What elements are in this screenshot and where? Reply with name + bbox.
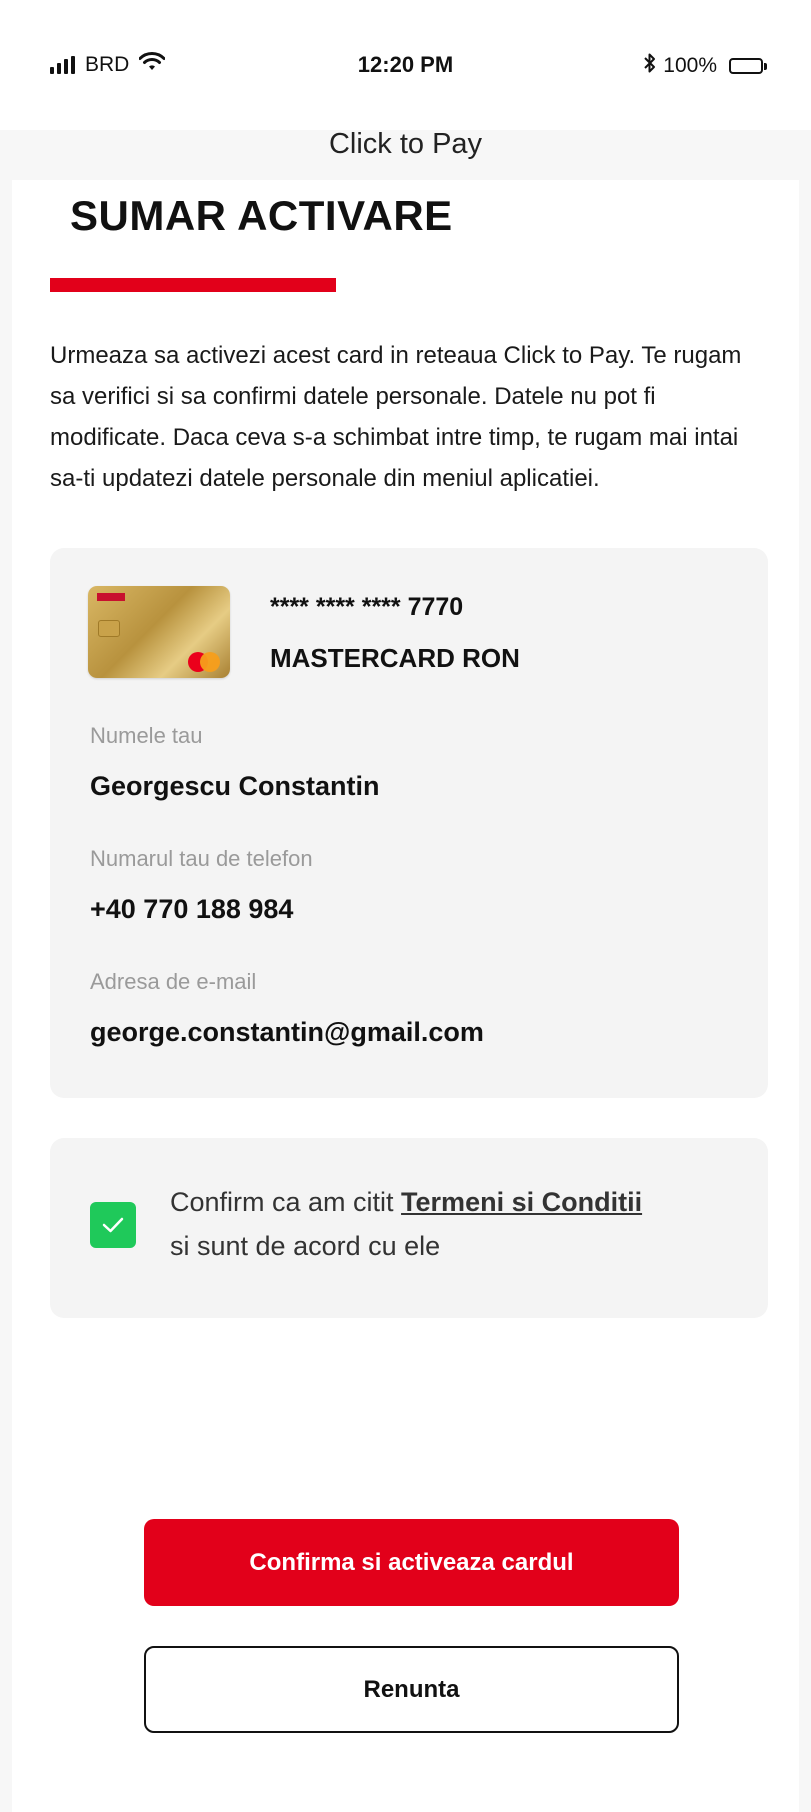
card-type: MASTERCARD RON [270,643,520,673]
title-accent-bar [50,278,336,292]
status-right: 100% [643,52,767,80]
bluetooth-icon [643,52,657,80]
phone-label: Numarul tau de telefon [90,846,313,871]
page-title: SUMAR ACTIVARE [70,192,453,239]
battery-percent: 100% [663,54,717,77]
consent-text-before: Confirm ca am citit [170,1187,402,1217]
mastercard-logo-icon [188,652,222,672]
battery-icon [729,58,767,74]
check-icon [102,1217,124,1233]
card-number: **** **** **** 7770 [270,593,464,621]
status-bar: BRD 12:20 PM 100% [0,0,811,130]
terms-link[interactable]: Termeni si Conditii [401,1187,642,1217]
cancel-button[interactable]: Renunta [144,1646,679,1733]
consent-text-after: si sunt de acord cu ele [170,1231,441,1261]
name-label: Numele tau [90,723,203,748]
consent-text: Confirm ca am citit Termeni si Conditii … [170,1180,730,1268]
card-image-icon [88,586,230,678]
confirm-activate-button[interactable]: Confirma si activeaza cardul [144,1519,679,1606]
phone-value: +40 770 188 984 [90,894,294,924]
email-value: george.constantin@gmail.com [90,1017,484,1047]
intro-text: Urmeaza sa activezi acest card in reteau… [50,342,742,492]
consent-card: Confirm ca am citit Termeni si Conditii … [50,1138,768,1318]
terms-checkbox[interactable] [90,1202,136,1248]
name-value: Georgescu Constantin [90,771,380,801]
email-label: Adresa de e-mail [90,969,257,994]
nav-title: Click to Pay [328,128,483,160]
card-summary: **** **** **** 7770 MASTERCARD RON Numel… [50,548,768,1098]
